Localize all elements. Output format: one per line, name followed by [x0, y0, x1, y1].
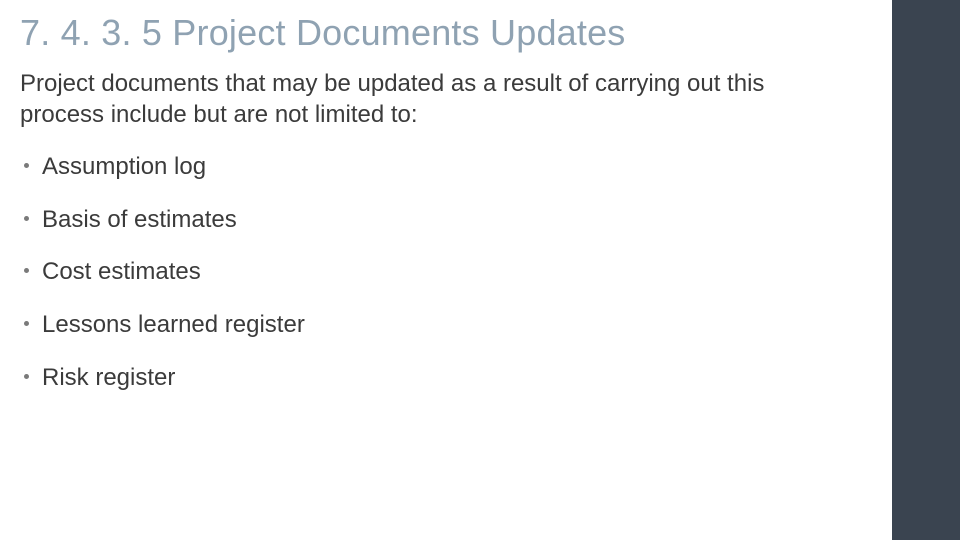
slide-title: 7. 4. 3. 5 Project Documents Updates — [20, 12, 872, 53]
bullet-list: Assumption log Basis of estimates Cost e… — [20, 153, 872, 393]
list-item: Assumption log — [24, 153, 872, 182]
list-item-text: Basis of estimates — [42, 206, 237, 233]
list-item: Lessons learned register — [24, 311, 872, 340]
list-item-text: Lessons learned register — [42, 311, 305, 338]
list-item: Risk register — [24, 364, 872, 393]
list-item-text: Risk register — [42, 364, 175, 391]
list-item: Cost estimates — [24, 258, 872, 287]
bullet-icon — [24, 216, 29, 221]
slide-main-area: 7. 4. 3. 5 Project Documents Updates Pro… — [0, 0, 892, 540]
bullet-icon — [24, 268, 29, 273]
bullet-icon — [24, 321, 29, 326]
list-item: Basis of estimates — [24, 206, 872, 235]
bullet-icon — [24, 163, 29, 168]
slide-intro-text: Project documents that may be updated as… — [20, 69, 840, 130]
bullet-icon — [24, 374, 29, 379]
slide-side-accent — [892, 0, 960, 540]
list-item-text: Assumption log — [42, 153, 206, 180]
list-item-text: Cost estimates — [42, 258, 201, 285]
